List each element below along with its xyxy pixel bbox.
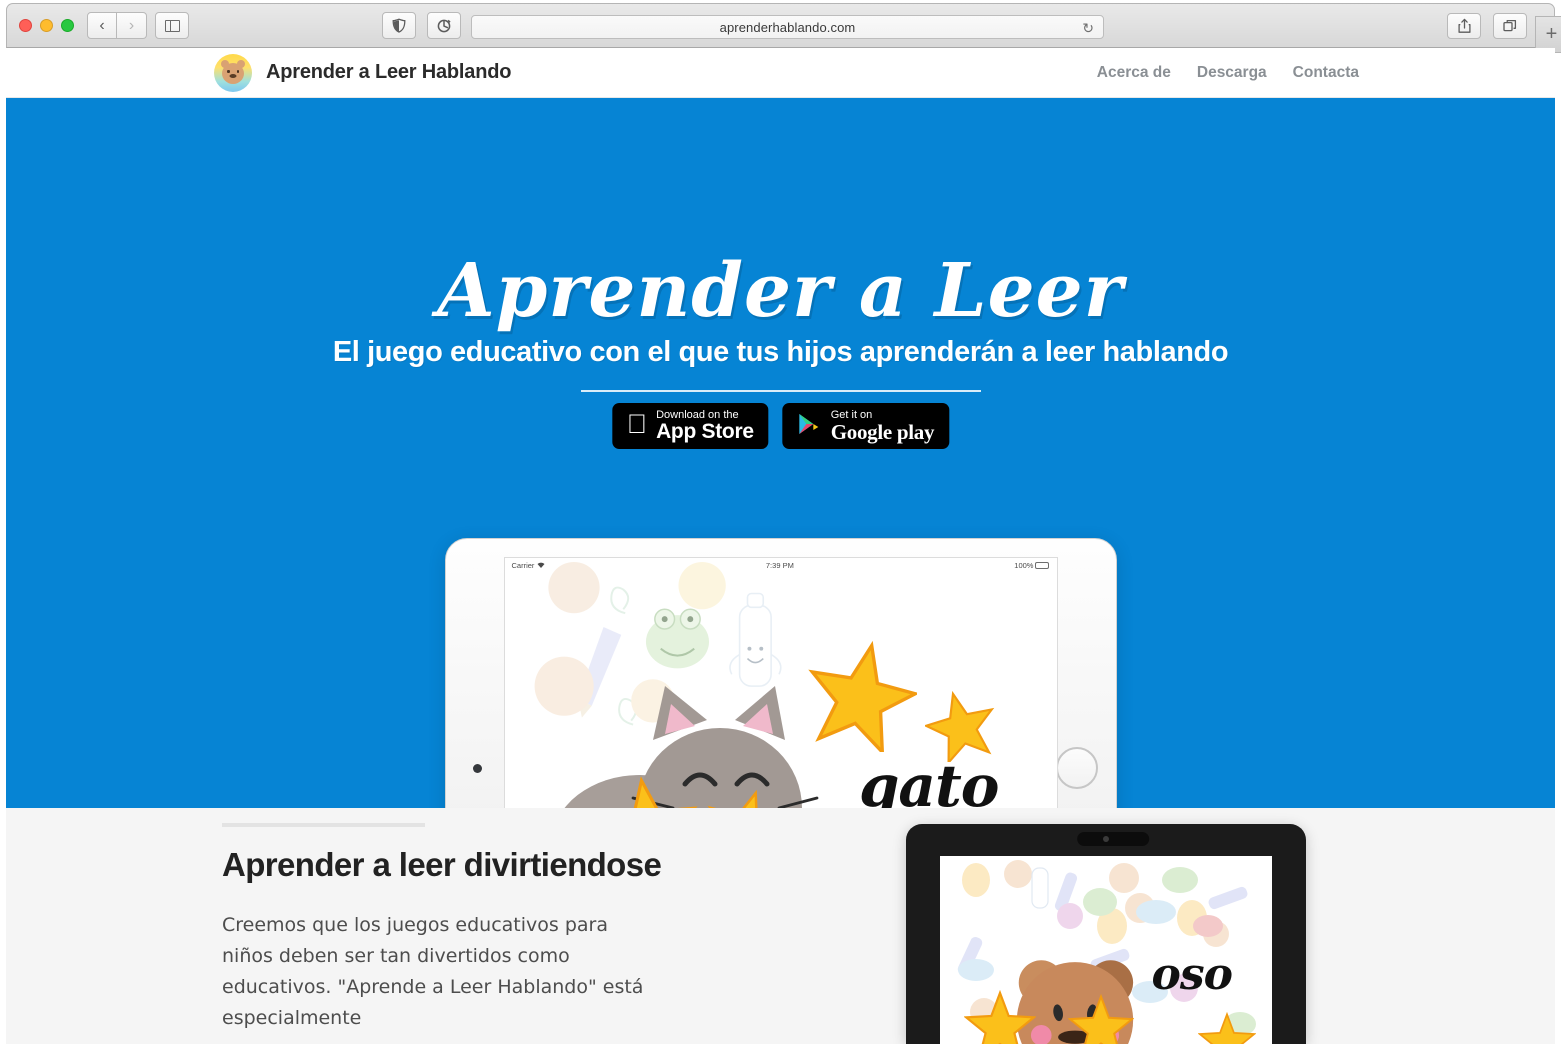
google-play-logo-icon	[798, 412, 822, 440]
status-time: 7:39 PM	[765, 561, 794, 570]
browser-window: ‹ › aprenderhablando.com ↻ + Aprender a …	[0, 0, 1561, 1046]
site-header: Aprender a Leer Hablando Acerca de Desca…	[6, 48, 1555, 98]
star-icon	[1198, 1012, 1256, 1044]
speaker-grille-icon	[1077, 832, 1150, 846]
brand-name: Aprender a Leer Hablando	[266, 61, 512, 83]
section-title: Aprender a leer divirtiendose	[222, 846, 662, 883]
minimize-window-button[interactable]	[40, 19, 53, 32]
star-icon	[596, 776, 698, 808]
google-play-badge-large: Google play	[820, 420, 935, 445]
android-screen: oso	[940, 856, 1272, 1044]
star-icon	[1068, 994, 1134, 1044]
site-nav: Acerca de Descarga Contacta	[1097, 64, 1359, 82]
sidebar-icon	[164, 19, 180, 32]
url-text: aprenderhablando.com	[719, 19, 856, 35]
battery-icon	[1035, 562, 1050, 569]
show-tabs-icon	[1503, 19, 1517, 32]
ipad-home-button	[1055, 747, 1098, 789]
hero-divider	[580, 390, 981, 392]
ipad-mockup: Carrier 7:39 PM 100% gato	[444, 538, 1117, 808]
navigation-buttons[interactable]: ‹ ›	[87, 12, 147, 39]
forward-button[interactable]: ›	[117, 12, 147, 39]
maximize-window-button[interactable]	[61, 19, 74, 32]
logo-icon	[214, 53, 252, 92]
app-store-badge[interactable]:  Download on the App Store	[611, 403, 769, 449]
share-button[interactable]	[1447, 13, 1481, 39]
word-label: gato	[858, 752, 1000, 808]
status-carrier: Carrier	[511, 561, 535, 570]
hero-title: Aprender a Leer	[437, 248, 1124, 334]
close-window-button[interactable]	[19, 19, 32, 32]
android-tablet-mockup: oso	[906, 824, 1306, 1044]
privacy-shield-icon	[392, 18, 406, 33]
wifi-icon	[537, 562, 545, 568]
star-icon	[964, 990, 1036, 1044]
browser-toolbar: ‹ › aprenderhablando.com ↻ +	[6, 3, 1561, 53]
store-badges:  Download on the App Store	[611, 403, 950, 449]
nav-item-contacta[interactable]: Contacta	[1293, 64, 1359, 82]
features-section: Aprender a leer divirtiendose Creemos qu…	[6, 808, 1555, 1044]
show-tabs-button[interactable]	[1493, 13, 1527, 39]
brand-link[interactable]: Aprender a Leer Hablando	[214, 53, 512, 92]
word-label: oso	[1151, 949, 1233, 1000]
hero-section: Aprender a Leer El juego educativo con e…	[6, 98, 1555, 808]
star-icon	[706, 789, 785, 808]
apple-logo-icon: 	[627, 411, 647, 438]
ipad-screen: Carrier 7:39 PM 100% gato	[503, 557, 1058, 808]
ipad-camera-icon	[472, 764, 482, 773]
reader-icon	[437, 19, 451, 32]
page-content: Aprender a Leer Hablando Acerca de Desca…	[6, 48, 1555, 1044]
back-button[interactable]: ‹	[87, 12, 117, 39]
camera-icon	[1103, 836, 1109, 842]
section-divider	[222, 823, 425, 827]
ios-status-bar: Carrier 7:39 PM 100%	[505, 558, 1057, 573]
nav-item-descarga[interactable]: Descarga	[1197, 64, 1267, 82]
reader-mode-button[interactable]	[427, 12, 461, 39]
share-icon	[1457, 18, 1471, 33]
address-bar[interactable]: aprenderhablando.com ↻	[471, 15, 1104, 39]
sidebar-toggle-button[interactable]	[155, 12, 189, 39]
privacy-report-button[interactable]	[382, 12, 416, 39]
app-store-badge-large: App Store	[645, 420, 754, 444]
section-body: Creemos que los juegos educativos para n…	[222, 914, 644, 1029]
star-icon	[807, 640, 917, 752]
nav-item-acerca-de[interactable]: Acerca de	[1097, 64, 1171, 82]
window-controls[interactable]	[19, 19, 74, 32]
hero-subtitle: El juego educativo con el que tus hijos …	[332, 336, 1229, 368]
google-play-badge[interactable]: Get it on Google play	[782, 403, 950, 449]
status-battery-text: 100%	[1014, 561, 1034, 570]
reload-icon[interactable]: ↻	[1082, 20, 1094, 37]
